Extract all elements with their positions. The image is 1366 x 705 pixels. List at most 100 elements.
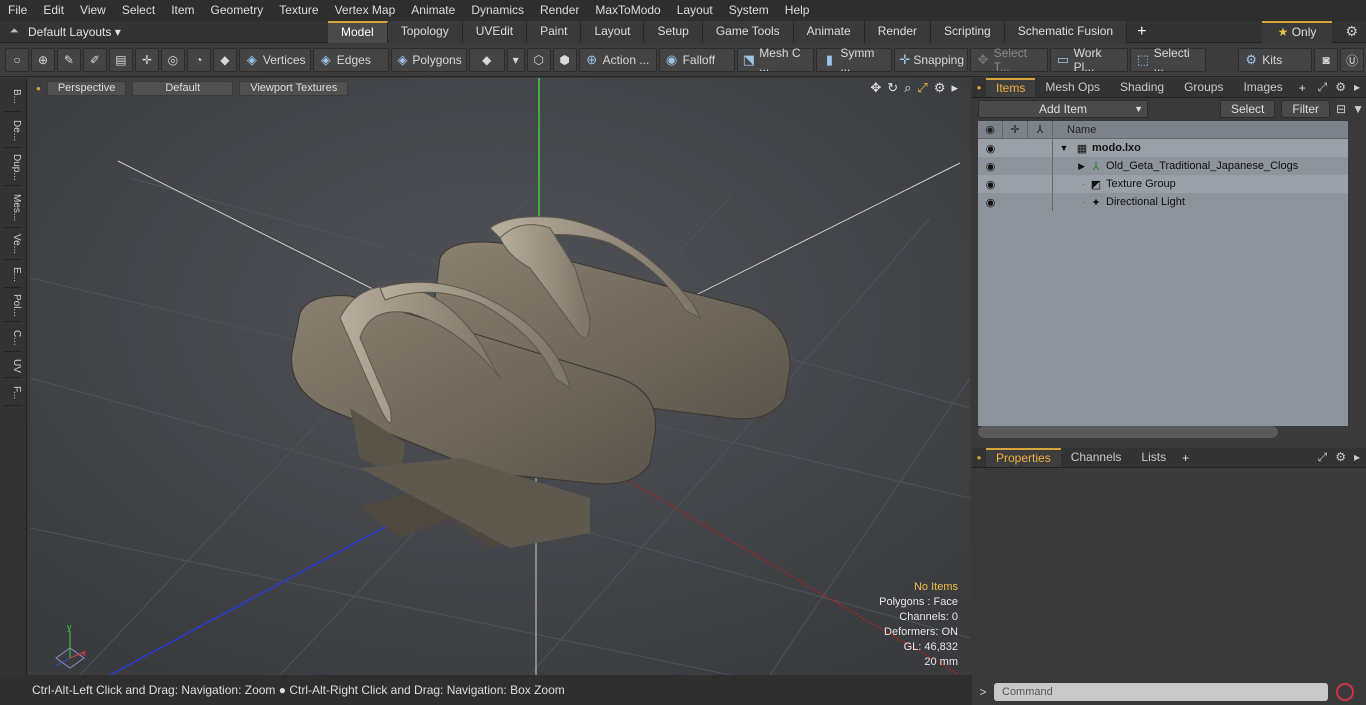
brush-icon[interactable]: ✐ xyxy=(82,48,107,72)
menu-select[interactable]: Select xyxy=(114,0,163,21)
record-icon[interactable] xyxy=(1336,682,1354,701)
pie-icon[interactable]: ◔ xyxy=(186,48,211,72)
tab-game-tools[interactable]: Game Tools xyxy=(702,20,794,43)
props-gear-icon[interactable]: ⚙ xyxy=(1335,450,1346,465)
tab-animate[interactable]: Animate xyxy=(793,20,865,43)
move-icon[interactable]: ✥ xyxy=(870,80,881,96)
menu-edit[interactable]: Edit xyxy=(35,0,72,21)
default-shading-button[interactable]: Default xyxy=(132,80,234,96)
tree-row-light[interactable]: ◉ · ✦ Directional Light xyxy=(978,193,1348,211)
strip-tab-edge[interactable]: E... xyxy=(4,262,22,288)
type-column-icon[interactable]: ⅄ xyxy=(1028,120,1053,139)
props-expand-icon[interactable]: ▸ xyxy=(1354,450,1360,465)
polygons-button[interactable]: ◈ Polygons xyxy=(390,48,467,72)
menu-dynamics[interactable]: Dynamics xyxy=(463,0,532,21)
name-column-header[interactable]: Name xyxy=(1053,124,1096,136)
tree-row-texture-group[interactable]: ◉ · ◩ Texture Group xyxy=(978,175,1348,193)
filter-button[interactable]: Filter xyxy=(1281,100,1331,118)
lock-column-icon[interactable]: ✛ xyxy=(1003,120,1028,139)
unreal-icon[interactable]: Ⓤ xyxy=(1340,48,1365,72)
tab-topology[interactable]: Topology xyxy=(387,20,463,43)
tab-setup[interactable]: Setup xyxy=(644,20,703,43)
command-input[interactable]: Command xyxy=(994,682,1328,701)
eye-icon[interactable]: ◉ xyxy=(978,178,1003,191)
viewport-menu-icon[interactable]: ● xyxy=(36,84,41,93)
tab-groups[interactable]: Groups xyxy=(1174,78,1233,97)
chevron-down-icon[interactable]: ▾ xyxy=(506,48,525,72)
menu-render[interactable]: Render xyxy=(532,0,587,21)
panel-gear-icon[interactable]: ⚙ xyxy=(1335,80,1346,95)
menu-system[interactable]: System xyxy=(721,0,777,21)
tab-scripting[interactable]: Scripting xyxy=(931,20,1005,43)
menu-help[interactable]: Help xyxy=(777,0,818,21)
tab-lists[interactable]: Lists xyxy=(1131,448,1176,467)
tab-shading[interactable]: Shading xyxy=(1110,78,1174,97)
tree-row-scene[interactable]: ◉ ▼ ▦ modo.lxo xyxy=(978,139,1348,157)
align-icon[interactable]: ▤ xyxy=(108,48,133,72)
snapping-button[interactable]: ✛ Snapping xyxy=(894,48,969,72)
menu-file[interactable]: File xyxy=(0,0,35,21)
strip-tab-mesh[interactable]: Mes... xyxy=(4,188,22,228)
strip-tab-fusion[interactable]: F... xyxy=(4,380,22,406)
tree-horizontal-scrollbar[interactable] xyxy=(978,426,1278,438)
viewport-gear-icon[interactable]: ⚙ xyxy=(934,80,946,96)
add-tab-icon[interactable]: + xyxy=(1127,21,1156,43)
strip-tab-uv[interactable]: UV xyxy=(4,354,22,378)
props-maximize-icon[interactable]: ⤢ xyxy=(1318,450,1328,465)
falloff-button[interactable]: ◉ Falloff xyxy=(658,48,735,72)
strip-tab-polygon[interactable]: Pol... xyxy=(4,290,22,322)
expand-arrow-icon[interactable]: ▸ xyxy=(951,80,958,96)
frame-icon[interactable]: ◎ xyxy=(160,48,185,72)
select-button[interactable]: Select xyxy=(1220,100,1276,118)
expand-icon[interactable]: ▼ xyxy=(1053,143,1075,153)
add-props-tab-icon[interactable]: + xyxy=(1176,451,1195,465)
center-icon[interactable]: ✛ xyxy=(134,48,159,72)
edges-button[interactable]: ◈ Edges xyxy=(312,48,389,72)
tab-layout[interactable]: Layout xyxy=(581,20,645,43)
collapse-all-icon[interactable]: ⊟ xyxy=(1336,102,1346,116)
snap-a-icon[interactable]: ⬡ xyxy=(526,48,551,72)
work-plane-button[interactable]: ▭ Work Pl... xyxy=(1050,46,1129,74)
menu-vertex-map[interactable]: Vertex Map xyxy=(327,0,404,21)
panel-expand-icon[interactable]: ▸ xyxy=(1354,80,1360,95)
tab-images[interactable]: Images xyxy=(1233,78,1292,97)
perspective-button[interactable]: Perspective xyxy=(46,80,127,96)
visibility-column-icon[interactable]: ◉ xyxy=(978,120,1003,139)
collapse-icon[interactable]: ⏶ xyxy=(0,25,28,38)
eye-icon[interactable]: ◉ xyxy=(978,196,1003,209)
select-through-button[interactable]: ✥ Select T... xyxy=(970,46,1049,74)
funnel-icon[interactable]: ▼ xyxy=(1352,102,1364,116)
strip-tab-duplicate[interactable]: Dup... xyxy=(4,150,22,186)
strip-tab-deform[interactable]: De... xyxy=(4,114,22,148)
tab-items[interactable]: Items xyxy=(986,78,1036,97)
default-layouts-dropdown[interactable]: Default Layouts ▾ xyxy=(28,25,328,39)
menu-view[interactable]: View xyxy=(72,0,114,21)
add-panel-tab-icon[interactable]: + xyxy=(1293,81,1312,95)
kits-button[interactable]: ⚙ Kits xyxy=(1238,48,1313,72)
material-icon[interactable]: ◆ xyxy=(468,48,505,72)
eye-icon[interactable]: ◉ xyxy=(978,160,1003,173)
strip-tab-basic[interactable]: B... xyxy=(4,82,22,112)
expand-icon[interactable]: ▶ xyxy=(1053,161,1089,172)
add-item-dropdown[interactable]: Add Item ▼ xyxy=(978,100,1148,118)
selection-sets-button[interactable]: ⬚ Selecti ... xyxy=(1130,46,1207,74)
rotate-icon[interactable]: ↻ xyxy=(887,80,898,96)
vertices-button[interactable]: ◈ Vertices xyxy=(238,48,311,72)
circle-select-icon[interactable]: ○ xyxy=(5,48,29,72)
menu-layout[interactable]: Layout xyxy=(669,0,721,21)
tree-row-mesh[interactable]: ◉ ▶ ⅄ Old_Geta_Traditional_Japanese_Clog… xyxy=(978,157,1348,175)
menu-item[interactable]: Item xyxy=(163,0,202,21)
menu-geometry[interactable]: Geometry xyxy=(203,0,272,21)
maximize-icon[interactable]: ⤢ xyxy=(917,80,927,96)
strip-tab-vertex[interactable]: Ve... xyxy=(4,230,22,260)
globe-icon[interactable]: ⊕ xyxy=(30,48,55,72)
command-history-icon[interactable]: > xyxy=(972,685,994,699)
viewport-textures-button[interactable]: Viewport Textures xyxy=(239,80,349,96)
3d-viewport[interactable]: y x ● Perspective Default Viewport Textu… xyxy=(30,78,970,675)
tab-channels[interactable]: Channels xyxy=(1061,448,1132,467)
tab-schematic-fusion[interactable]: Schematic Fusion xyxy=(1004,20,1128,43)
mesh-constraint-button[interactable]: ⬔ Mesh C ... xyxy=(736,46,815,74)
tab-mesh-ops[interactable]: Mesh Ops xyxy=(1035,78,1110,97)
props-menu-icon[interactable]: ● xyxy=(972,453,986,462)
tab-uvedit[interactable]: UVEdit xyxy=(462,20,528,43)
